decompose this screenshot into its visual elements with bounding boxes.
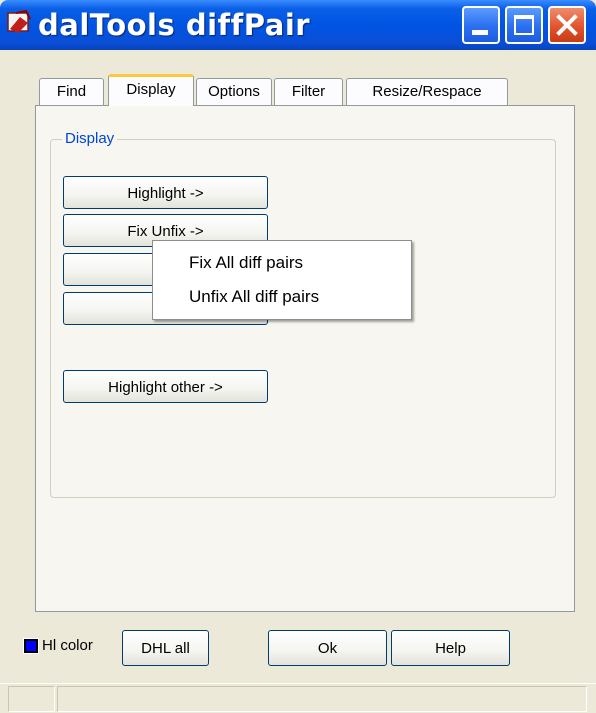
hl-color-swatch[interactable] — [23, 638, 39, 654]
tab-display[interactable]: Display — [108, 74, 194, 106]
minimize-icon[interactable] — [462, 6, 500, 44]
display-group-legend: Display — [62, 129, 118, 149]
fix-unfix-context-menu: Fix All diff pairs Unfix All diff pairs — [152, 240, 412, 320]
tab-find[interactable]: Find — [39, 78, 104, 106]
highlight-other-button[interactable]: Highlight other -> — [63, 370, 268, 403]
tab-resize-respace[interactable]: Resize/Respace — [346, 78, 508, 106]
tab-filter[interactable]: Filter — [274, 78, 343, 106]
close-icon[interactable] — [548, 6, 586, 44]
app-icon — [7, 9, 31, 33]
status-pane-main — [57, 686, 587, 712]
window-title: dalTools diffPair — [38, 8, 311, 42]
maximize-icon[interactable] — [505, 6, 543, 44]
tab-options[interactable]: Options — [196, 78, 272, 106]
title-bar[interactable]: dalTools diffPair — [0, 0, 596, 50]
hl-color-label: Hl color — [42, 637, 93, 654]
help-button[interactable]: Help — [391, 630, 510, 666]
status-pane-left — [8, 686, 55, 712]
dhl-all-button[interactable]: DHL all — [122, 630, 209, 666]
ok-button[interactable]: Ok — [268, 630, 387, 666]
menu-item-fix-all-diff-pairs[interactable]: Fix All diff pairs — [153, 246, 411, 280]
menu-item-unfix-all-diff-pairs[interactable]: Unfix All diff pairs — [153, 280, 411, 314]
highlight-button[interactable]: Highlight -> — [63, 176, 268, 209]
